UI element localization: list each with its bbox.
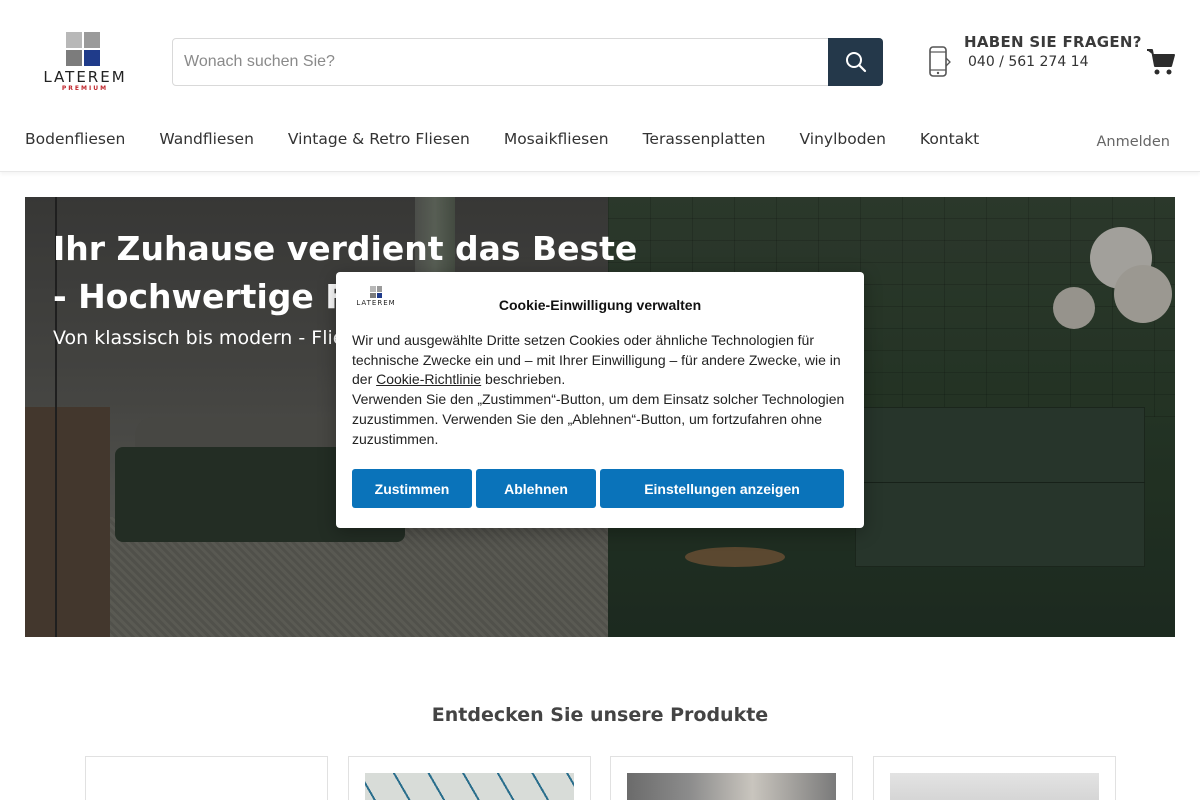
logo-subtitle: PREMIUM — [61, 85, 109, 92]
accept-button[interactable]: Zustimmen — [352, 469, 472, 508]
nav-item-wandfliesen[interactable]: Wandfliesen — [159, 130, 254, 156]
hero-subtitle: Von klassisch bis modern - Fliesen — [53, 327, 379, 349]
nav-item-terassenplatten[interactable]: Terassenplatten — [643, 130, 766, 156]
logo-text: LATEREM — [43, 68, 127, 86]
search-bar — [172, 38, 883, 86]
deny-button[interactable]: Ablehnen — [476, 469, 596, 508]
cart-icon[interactable] — [1145, 46, 1177, 78]
nav-item-mosaikfliesen[interactable]: Mosaikfliesen — [504, 130, 609, 156]
cookie-consent-dialog: LATEREM Cookie-Einwilligung verwalten Wi… — [336, 272, 864, 528]
product-card[interactable] — [348, 756, 591, 800]
search-icon — [845, 52, 866, 73]
nav-item-vintage-retro[interactable]: Vintage & Retro Fliesen — [288, 130, 470, 156]
main-nav: Bodenfliesen Wandfliesen Vintage & Retro… — [25, 130, 1013, 156]
product-image — [102, 773, 311, 800]
contact-phone[interactable]: 040 / 561 274 14 — [968, 54, 1089, 70]
search-input[interactable] — [173, 39, 829, 85]
nav-item-bodenfliesen[interactable]: Bodenfliesen — [25, 130, 125, 156]
search-button[interactable] — [828, 38, 883, 86]
cookie-text-part: Verwenden Sie den „Zustimmen“-Button, um… — [352, 391, 845, 447]
product-card[interactable] — [873, 756, 1116, 800]
cookie-policy-link[interactable]: Cookie-Richtlinie — [376, 371, 481, 387]
contact-title: HABEN SIE FRAGEN? — [964, 33, 1142, 51]
site-header: LATEREM PREMIUM HABEN SIE FRAGEN? 040 / … — [0, 0, 1200, 172]
cookie-dialog-text: Wir und ausgewählte Dritte setzen Cookie… — [352, 331, 852, 449]
product-image — [627, 773, 836, 800]
product-image — [365, 773, 574, 800]
logo-mark — [66, 32, 100, 66]
products-title: Entdecken Sie unsere Produkte — [431, 704, 769, 726]
product-image — [890, 773, 1099, 800]
nav-item-kontakt[interactable]: Kontakt — [920, 130, 979, 156]
nav-item-vinylboden[interactable]: Vinylboden — [800, 130, 886, 156]
product-card[interactable] — [610, 756, 853, 800]
phone-icon — [929, 46, 951, 77]
settings-button[interactable]: Einstellungen anzeigen — [600, 469, 844, 508]
brand-logo[interactable]: LATEREM PREMIUM — [38, 30, 132, 94]
product-card[interactable] — [85, 756, 328, 800]
cookie-text-part: beschrieben. — [481, 371, 566, 388]
cookie-dialog-title: Cookie-Einwilligung verwalten — [498, 297, 702, 313]
login-link[interactable]: Anmelden — [1097, 134, 1171, 150]
